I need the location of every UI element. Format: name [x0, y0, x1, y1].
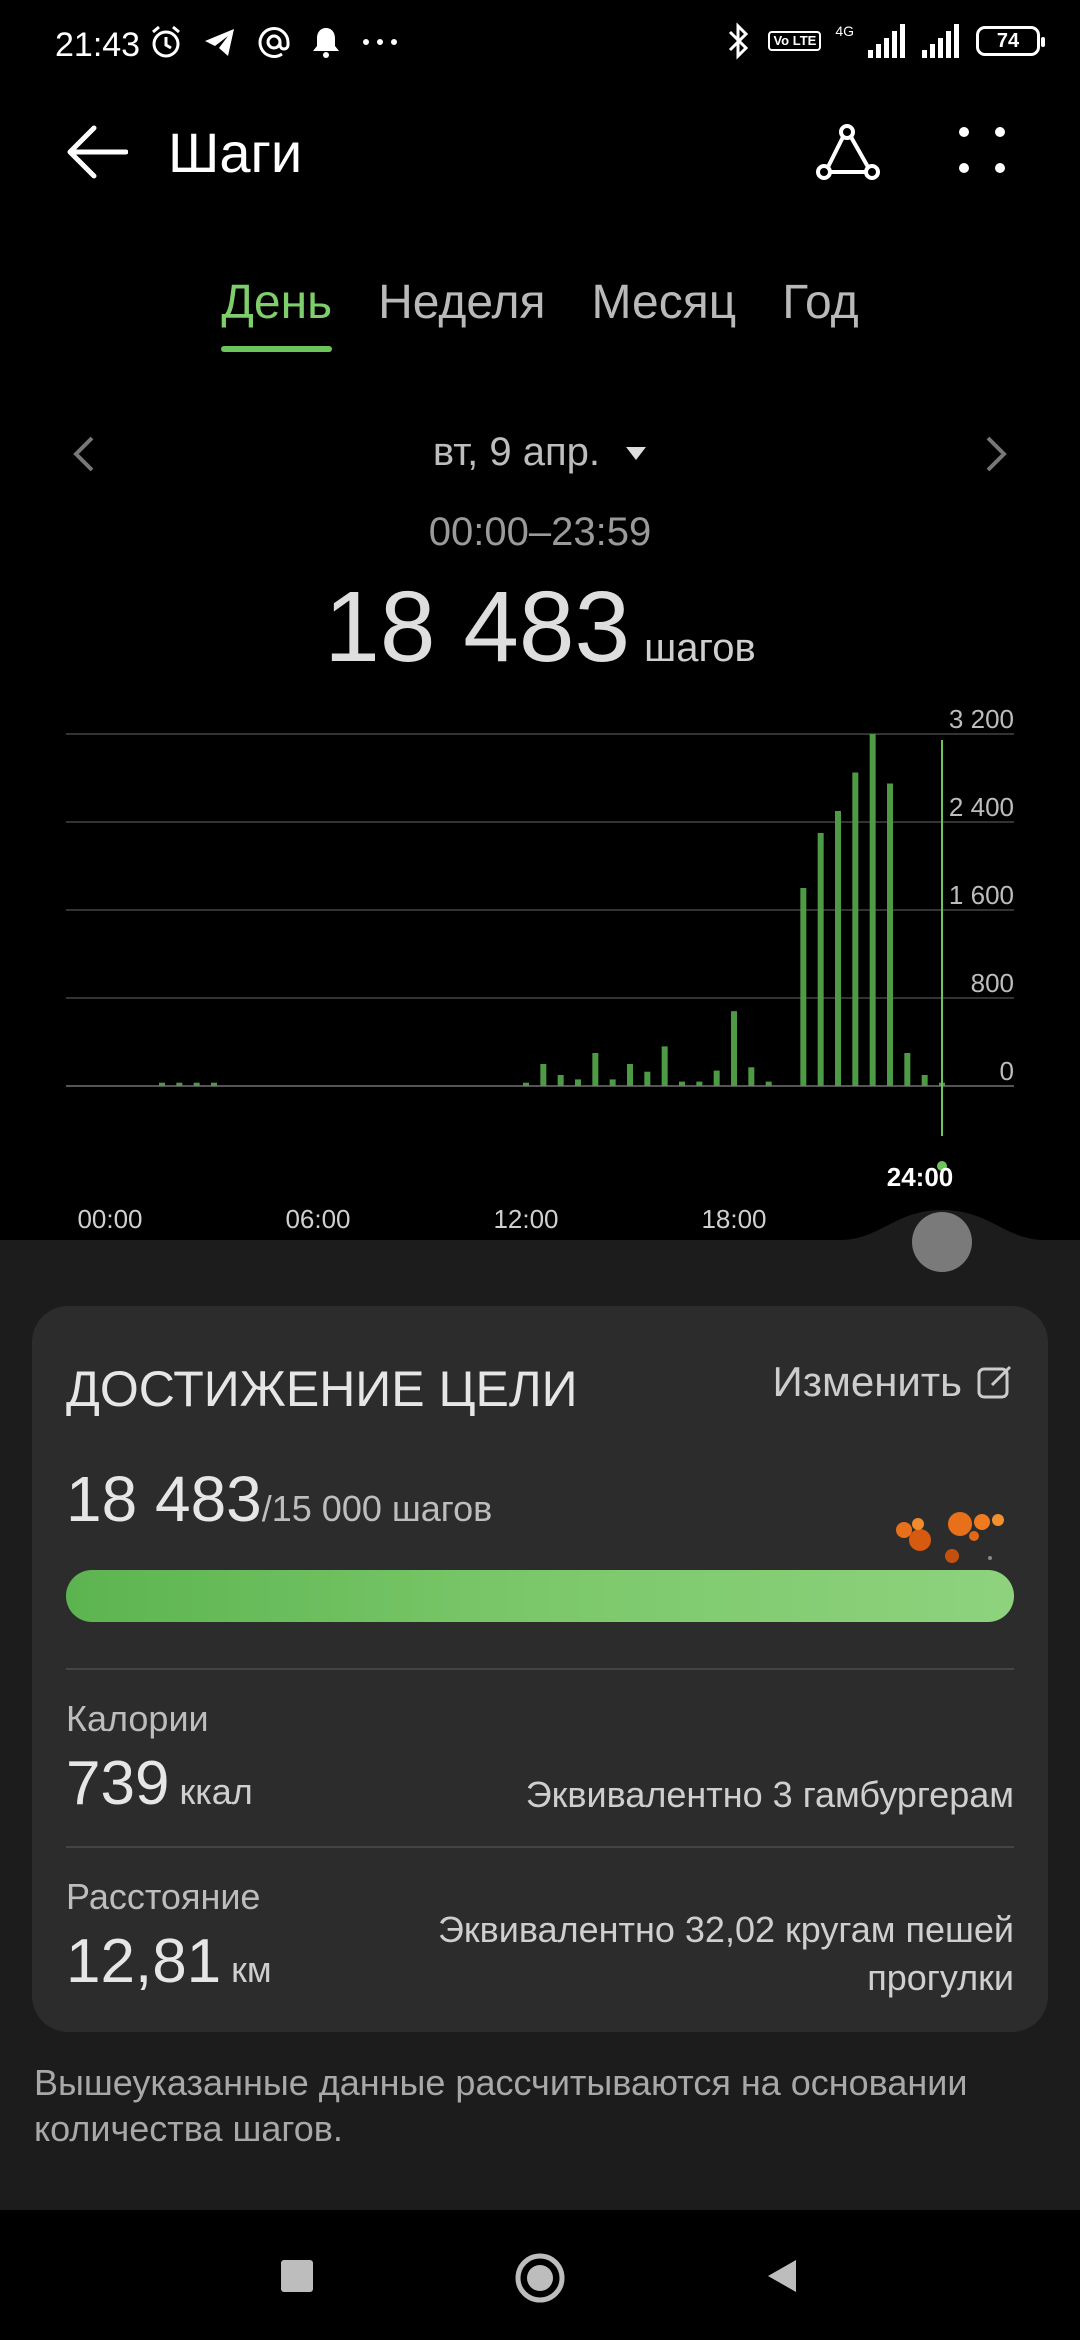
chart-bar — [748, 1067, 755, 1086]
back-arrow-icon[interactable] — [66, 124, 128, 180]
distance-number: 12,81 — [66, 1927, 222, 1996]
chart-bar — [869, 734, 876, 1086]
status-time: 21:43 — [55, 26, 141, 64]
chart-bar — [765, 1081, 772, 1086]
more-options-icon[interactable] — [958, 126, 1006, 174]
home-button[interactable] — [515, 2253, 565, 2303]
share-route-icon[interactable] — [816, 122, 880, 182]
y-tick-label: 3 200 — [949, 704, 1014, 734]
edit-goal-label: Изменить — [772, 1358, 962, 1405]
chart-bar — [575, 1079, 581, 1086]
telegram-icon — [205, 29, 234, 56]
divider — [66, 1846, 1014, 1848]
recent-apps-button[interactable] — [281, 2260, 313, 2292]
at-icon — [258, 27, 290, 58]
bell-icon — [313, 28, 339, 58]
distance-equivalent-line1: Эквивалентно 32,02 кругам пешей — [438, 1909, 1014, 1950]
calories-value: 739 ккал — [66, 1748, 253, 1819]
chart-bar — [904, 1053, 911, 1086]
edit-icon — [977, 1365, 1012, 1399]
y-tick-label: 0 — [1000, 1056, 1014, 1086]
chart-bar — [592, 1053, 599, 1086]
y-tick-label: 1 600 — [949, 880, 1014, 910]
celebration-confetti-icon — [896, 1512, 1004, 1563]
chart-bar — [211, 1082, 217, 1086]
distance-equivalent-line2: прогулки — [867, 1957, 1014, 1998]
goal-current: 18 483 — [66, 1463, 262, 1535]
goal-progress-text: 18 483/15 000 шагов — [66, 1462, 492, 1536]
alarm-icon — [152, 25, 180, 58]
calories-label: Калории — [66, 1698, 209, 1739]
calories-number: 739 — [66, 1749, 170, 1818]
distance-equivalent: Эквивалентно 32,02 кругам пешей прогулки — [438, 1906, 1014, 2002]
chart-bar — [887, 783, 893, 1086]
chart-bar — [835, 811, 841, 1086]
chart-bar — [523, 1082, 529, 1086]
tab-month[interactable]: Месяц — [592, 275, 737, 352]
footnote: Вышеуказанные данные рассчитываются на о… — [34, 2062, 968, 2149]
chart-bar — [696, 1081, 703, 1086]
distance-label: Расстояние — [66, 1876, 261, 1917]
chart-bar — [800, 888, 807, 1086]
total-steps-unit: шагов — [644, 626, 756, 670]
chart-bar — [713, 1070, 720, 1086]
bluetooth-icon — [729, 22, 749, 60]
next-day-icon[interactable] — [984, 434, 1008, 474]
page-title: Шаги — [168, 121, 303, 184]
period-tabs: День Неделя Месяц Год — [0, 275, 1080, 352]
dropdown-triangle-icon — [626, 447, 647, 461]
signal-icon — [868, 24, 905, 58]
chart-bar — [176, 1082, 183, 1086]
chart-bar — [661, 1046, 668, 1086]
date-selector[interactable]: вт, 9 апр. — [0, 430, 1080, 475]
calories-equivalent: Эквивалентно 3 гамбургерам — [525, 1774, 1014, 1815]
edit-goal-button[interactable]: Изменить — [773, 1358, 1014, 1406]
time-range: 00:00–23:59 — [428, 510, 652, 554]
status-notification-icons — [148, 24, 400, 60]
tab-day[interactable]: День — [221, 275, 332, 352]
divider — [66, 1668, 1014, 1670]
date-label: вт, 9 апр. — [432, 430, 600, 474]
goal-target: /15 000 шагов — [261, 1488, 493, 1529]
chart-bar — [193, 1082, 200, 1086]
network-type: 4G — [835, 23, 854, 39]
y-tick-label: 800 — [971, 968, 1014, 998]
chart-bar — [557, 1075, 564, 1086]
tab-week[interactable]: Неделя — [378, 275, 545, 352]
chart-bar — [609, 1079, 616, 1086]
total-steps-value: 18 483 — [324, 571, 631, 683]
chart-bar — [159, 1082, 165, 1086]
goal-card-title: ДОСТИЖЕНИЕ ЦЕЛИ — [66, 1361, 578, 1417]
total-steps: 18 483 шагов — [0, 570, 1080, 685]
chart-bar — [921, 1075, 928, 1086]
battery-icon: 74 — [976, 26, 1045, 56]
distance-unit: км — [231, 1949, 272, 1990]
distance-value: 12,81 км — [66, 1926, 272, 1997]
signal-icon — [922, 24, 959, 58]
chart-bar — [731, 1011, 737, 1086]
more-dots-icon — [363, 39, 397, 45]
calories-unit: ккал — [179, 1771, 253, 1812]
y-tick-label: 2 400 — [949, 792, 1014, 822]
tab-year[interactable]: Год — [782, 275, 858, 352]
steps-chart: 3 2002 4001 600800024:0000:00 06:00 12:00 1… — [66, 704, 1014, 1234]
back-button[interactable] — [762, 2256, 802, 2296]
volte-icon: Vo LTE — [768, 31, 822, 51]
chart-bar — [852, 772, 859, 1086]
chart-bar — [679, 1081, 685, 1086]
status-system-icons: Vo LTE 4G 74 — [724, 22, 1045, 60]
chart-bar — [644, 1071, 651, 1086]
goal-progress-bar — [66, 1570, 1014, 1622]
chart-bar — [540, 1064, 547, 1086]
chart-bar — [817, 833, 824, 1086]
time-scrubber-handle[interactable] — [912, 1212, 972, 1272]
chart-bar — [627, 1064, 633, 1086]
